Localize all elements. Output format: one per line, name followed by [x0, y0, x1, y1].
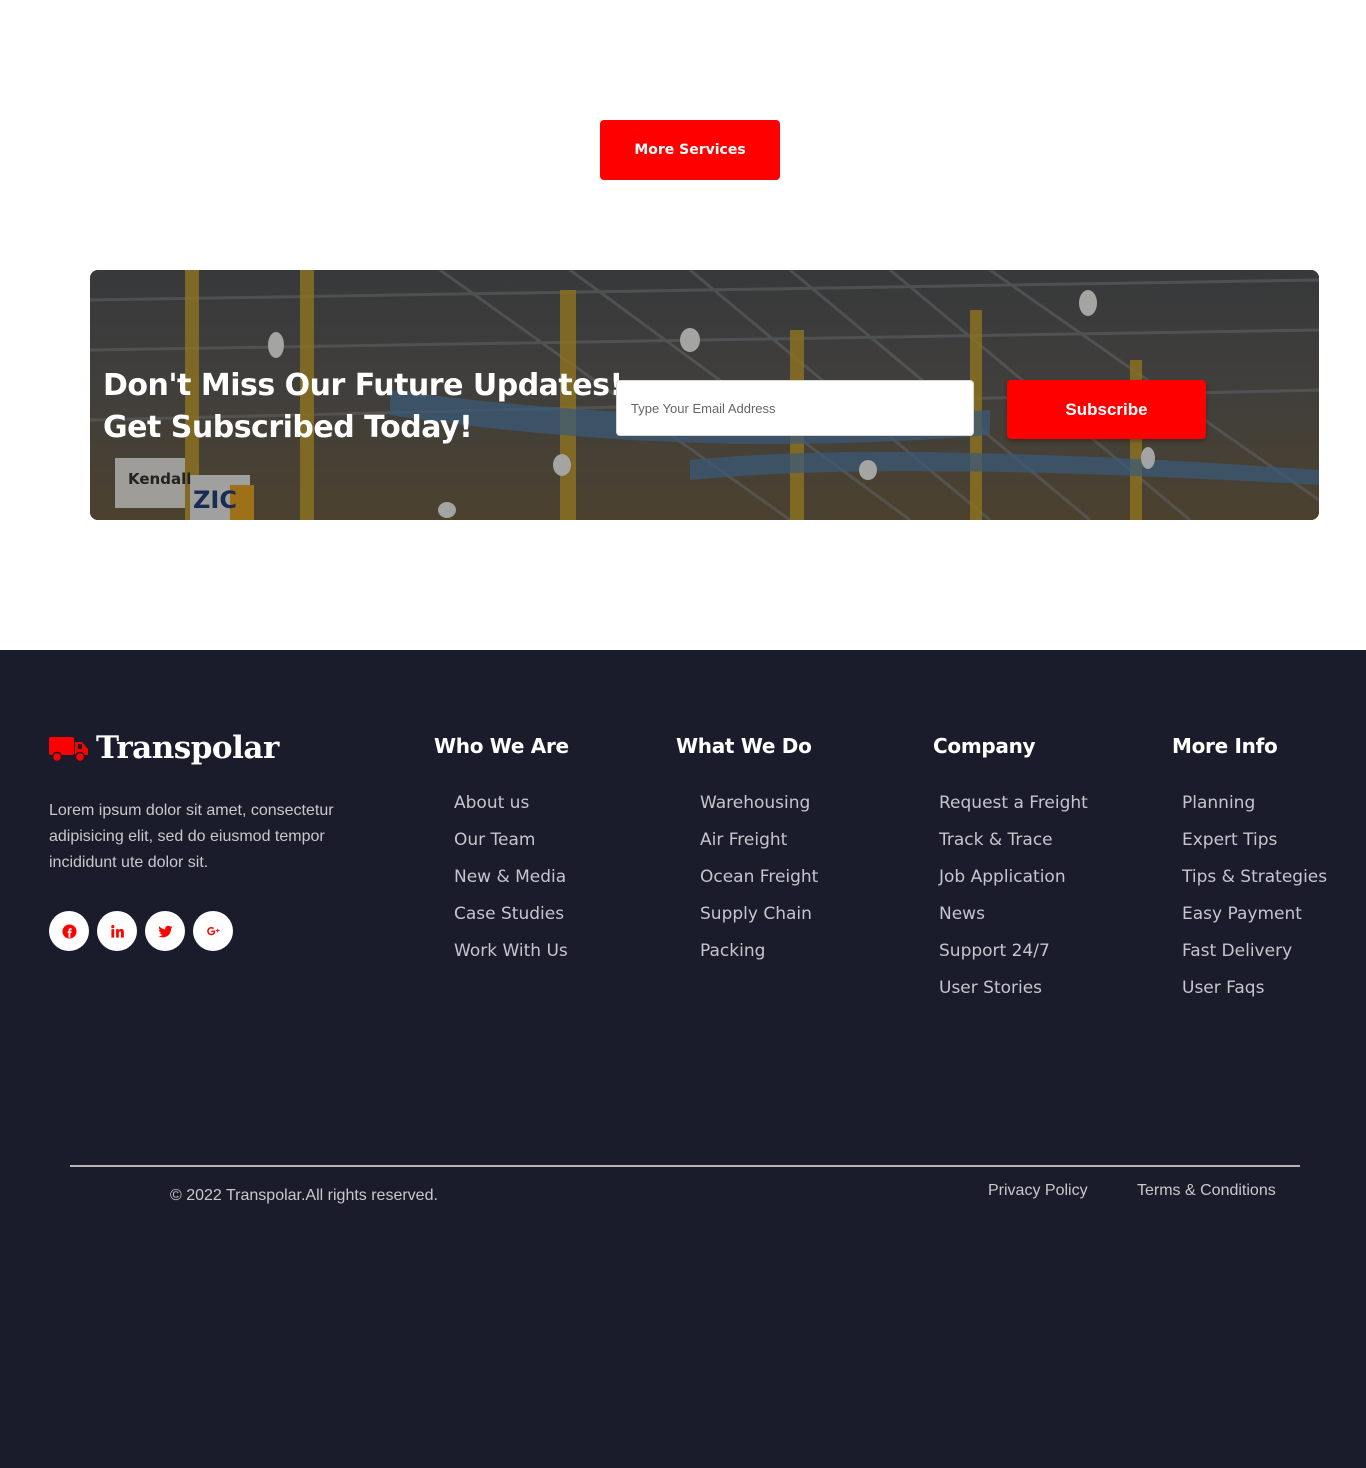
- footer-link-request-freight[interactable]: Request a Freight: [939, 785, 1088, 822]
- facebook-icon: [61, 923, 77, 939]
- footer-column-title: Company: [933, 734, 1036, 758]
- newsletter-heading-line2: Get Subscribed Today!: [103, 410, 473, 445]
- brand-name: Transpolar: [96, 730, 279, 766]
- footer-link-about-us[interactable]: About us: [454, 785, 569, 822]
- newsletter-heading-line1: Don't Miss Our Future Updates!: [103, 368, 623, 403]
- footer-column-company: Company Request a Freight Track & Trace …: [933, 734, 1088, 1007]
- site-footer: Transpolar Lorem ipsum dolor sit amet, c…: [0, 650, 1366, 1468]
- twitter-icon: [157, 925, 173, 937]
- footer-link-tips-strategies[interactable]: Tips & Strategies: [1182, 859, 1327, 896]
- twitter-link[interactable]: [145, 911, 185, 951]
- linkedin-link[interactable]: [97, 911, 137, 951]
- newsletter-heading: Don't Miss Our Future Updates! Get Subsc…: [103, 365, 623, 449]
- footer-link-case-studies[interactable]: Case Studies: [454, 896, 569, 933]
- more-services-button[interactable]: More Services: [600, 120, 780, 180]
- footer-link-user-faqs[interactable]: User Faqs: [1182, 970, 1327, 1007]
- footer-link-support[interactable]: Support 24/7: [939, 933, 1088, 970]
- footer-link-track-trace[interactable]: Track & Trace: [939, 822, 1088, 859]
- google-plus-link[interactable]: [193, 911, 233, 951]
- email-input[interactable]: [616, 380, 974, 436]
- footer-link-user-stories[interactable]: User Stories: [939, 970, 1088, 1007]
- services-section: More Services Kendall ZIC Don't Miss Our…: [0, 0, 1366, 650]
- linkedin-icon: [110, 924, 124, 938]
- footer-divider: [70, 1165, 1300, 1167]
- footer-link-news[interactable]: News: [939, 896, 1088, 933]
- footer-column-more-info: More Info Planning Expert Tips Tips & St…: [1172, 734, 1327, 1007]
- copyright-text: © 2022 Transpolar.All rights reserved.: [170, 1187, 438, 1204]
- subscribe-button[interactable]: Subscribe: [1007, 380, 1206, 439]
- footer-link-planning[interactable]: Planning: [1182, 785, 1327, 822]
- footer-link-air-freight[interactable]: Air Freight: [700, 822, 818, 859]
- facebook-link[interactable]: [49, 911, 89, 951]
- terms-conditions-link[interactable]: Terms & Conditions: [1137, 1182, 1276, 1200]
- truck-icon: [49, 737, 88, 763]
- footer-link-new-media[interactable]: New & Media: [454, 859, 569, 896]
- newsletter-banner: Kendall ZIC Don't Miss Our Future Update…: [90, 270, 1319, 520]
- footer-link-fast-delivery[interactable]: Fast Delivery: [1182, 933, 1327, 970]
- footer-link-packing[interactable]: Packing: [700, 933, 818, 970]
- google-plus-icon: [206, 926, 220, 935]
- footer-link-easy-payment[interactable]: Easy Payment: [1182, 896, 1327, 933]
- footer-link-ocean-freight[interactable]: Ocean Freight: [700, 859, 818, 896]
- footer-column-what-we-do: What We Do Warehousing Air Freight Ocean…: [676, 734, 818, 970]
- footer-column-who-we-are: Who We Are About us Our Team New & Media…: [434, 734, 569, 970]
- footer-link-work-with-us[interactable]: Work With Us: [454, 933, 569, 970]
- footer-link-supply-chain[interactable]: Supply Chain: [700, 896, 818, 933]
- footer-link-our-team[interactable]: Our Team: [454, 822, 569, 859]
- privacy-policy-link[interactable]: Privacy Policy: [988, 1182, 1088, 1200]
- footer-link-warehousing[interactable]: Warehousing: [700, 785, 818, 822]
- footer-brand[interactable]: Transpolar: [49, 730, 279, 766]
- footer-column-title: More Info: [1172, 734, 1278, 758]
- footer-link-expert-tips[interactable]: Expert Tips: [1182, 822, 1327, 859]
- social-links: [49, 911, 233, 951]
- footer-link-job-application[interactable]: Job Application: [939, 859, 1088, 896]
- footer-about-text: Lorem ipsum dolor sit amet, consectetur …: [49, 802, 334, 871]
- footer-column-title: What We Do: [676, 734, 812, 758]
- footer-column-title: Who We Are: [434, 734, 569, 758]
